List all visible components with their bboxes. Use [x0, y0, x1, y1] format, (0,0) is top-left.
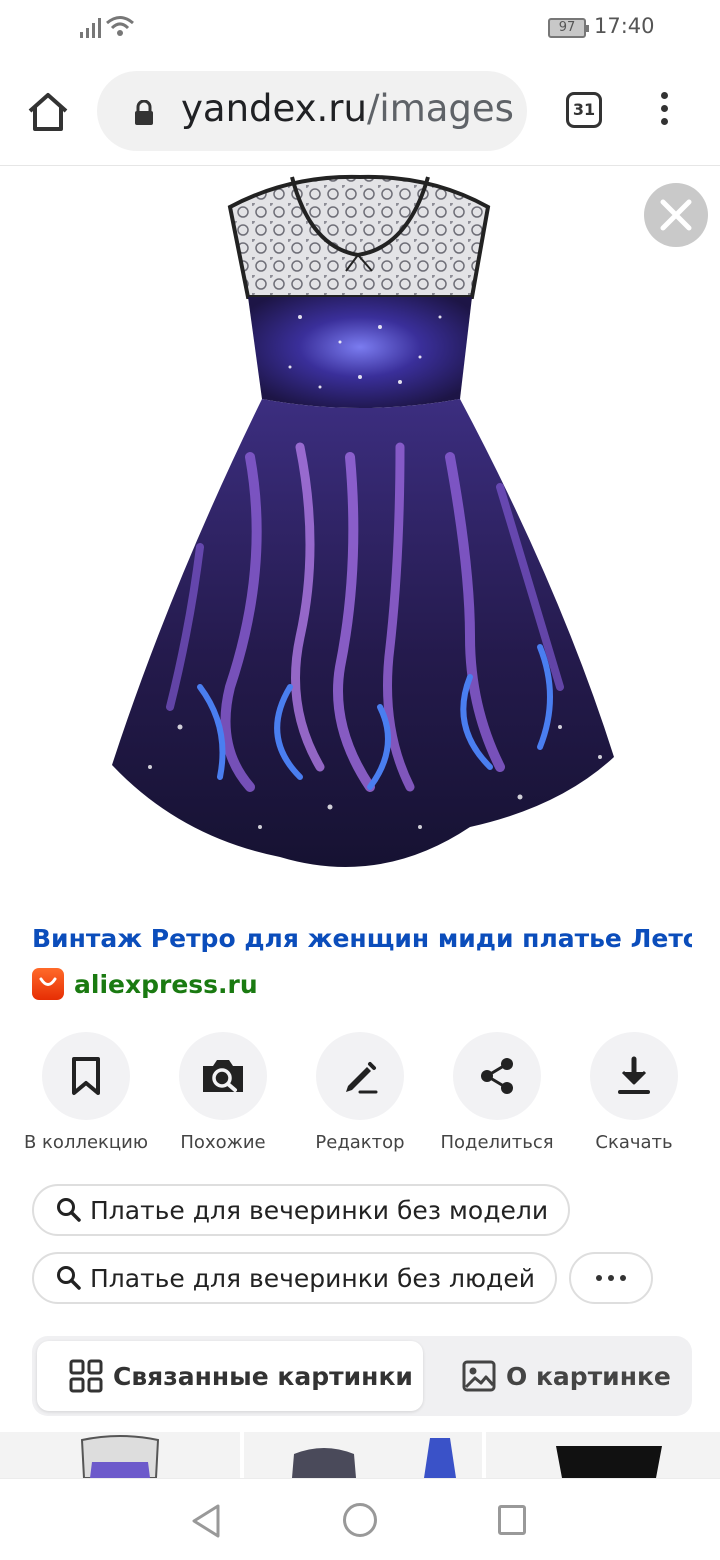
- action-label: Скачать: [595, 1132, 673, 1153]
- suggestion-text: Платье для вечеринки без модели: [90, 1195, 549, 1225]
- action-circle: [42, 1032, 130, 1120]
- more-suggestions-button[interactable]: [569, 1252, 653, 1304]
- browser-toolbar: yandex.ru/images 31: [0, 56, 720, 166]
- overflow-menu-button[interactable]: [650, 92, 678, 132]
- action-label: Поделиться: [440, 1132, 554, 1153]
- download-button[interactable]: Скачать: [568, 1032, 700, 1153]
- back-icon[interactable]: [190, 1503, 222, 1539]
- action-label: В коллекцию: [23, 1132, 148, 1153]
- related-thumbnail[interactable]: [0, 1432, 240, 1478]
- signal-icon: [80, 16, 101, 38]
- status-bar: 97 17:40: [0, 0, 720, 56]
- action-circle: [590, 1032, 678, 1120]
- url-text: yandex.ru/images: [181, 87, 514, 130]
- action-circle: [179, 1032, 267, 1120]
- suggestion-chip[interactable]: Платье для вечеринки без модели: [32, 1184, 570, 1236]
- camera-search-icon: [203, 1060, 243, 1092]
- related-thumbnail[interactable]: [244, 1432, 482, 1478]
- image-info-tabs: Связанные картинки О картинке: [32, 1336, 692, 1416]
- tab-switcher-button[interactable]: 31: [566, 92, 602, 128]
- url-host: yandex.ru: [181, 87, 367, 130]
- search-icon: [57, 1198, 81, 1222]
- add-to-collection-button[interactable]: В коллекцию: [20, 1032, 152, 1153]
- tab-about-image[interactable]: О картинке: [460, 1341, 688, 1411]
- related-thumbnails: [0, 1432, 720, 1478]
- clock: 17:40: [594, 14, 655, 38]
- similar-button[interactable]: Похожие: [157, 1032, 289, 1153]
- wifi-icon: [106, 16, 134, 36]
- home-icon: [28, 93, 68, 131]
- action-buttons: В коллекцию Похожие Редактор Поделиться …: [20, 1032, 700, 1153]
- related-thumbnail[interactable]: [486, 1432, 720, 1478]
- tab-label: О картинке: [506, 1361, 671, 1391]
- source-link[interactable]: aliexpress.ru: [32, 966, 258, 1002]
- url-path: /images: [366, 87, 514, 130]
- lock-icon: [135, 100, 153, 125]
- suggestion-chip[interactable]: Платье для вечеринки без людей: [32, 1252, 557, 1304]
- image-icon: [462, 1360, 496, 1392]
- recent-apps-button[interactable]: [498, 1505, 526, 1535]
- share-icon: [481, 1058, 513, 1094]
- grid-icon: [69, 1359, 103, 1393]
- search-icon: [57, 1266, 81, 1290]
- suggestion-text: Платье для вечеринки без людей: [90, 1263, 535, 1293]
- action-circle: [453, 1032, 541, 1120]
- result-title-link[interactable]: Винтаж Ретро для женщин миди платье Лето…: [32, 924, 692, 953]
- pencil-icon: [346, 1062, 378, 1094]
- editor-button[interactable]: Редактор: [294, 1032, 426, 1153]
- action-label: Редактор: [315, 1132, 405, 1153]
- dress-image: [112, 174, 614, 867]
- source-domain: aliexpress.ru: [74, 969, 258, 999]
- status-icons: [80, 14, 135, 38]
- address-bar[interactable]: yandex.ru/images: [97, 71, 527, 151]
- action-label: Похожие: [180, 1132, 266, 1153]
- image-viewer[interactable]: [0, 167, 720, 889]
- close-button[interactable]: [644, 183, 708, 247]
- home-nav-button[interactable]: [343, 1503, 377, 1537]
- action-circle: [316, 1032, 404, 1120]
- tab-related-images[interactable]: Связанные картинки: [37, 1341, 423, 1411]
- download-icon: [618, 1056, 650, 1094]
- share-button[interactable]: Поделиться: [431, 1032, 563, 1153]
- bookmark-icon: [72, 1057, 100, 1095]
- close-icon: [660, 199, 692, 231]
- home-button[interactable]: [22, 86, 74, 138]
- battery-indicator: 97: [548, 18, 589, 38]
- tab-label: Связанные картинки: [113, 1361, 413, 1391]
- system-navigation-bar: [0, 1478, 720, 1560]
- aliexpress-logo-icon: [32, 968, 64, 1000]
